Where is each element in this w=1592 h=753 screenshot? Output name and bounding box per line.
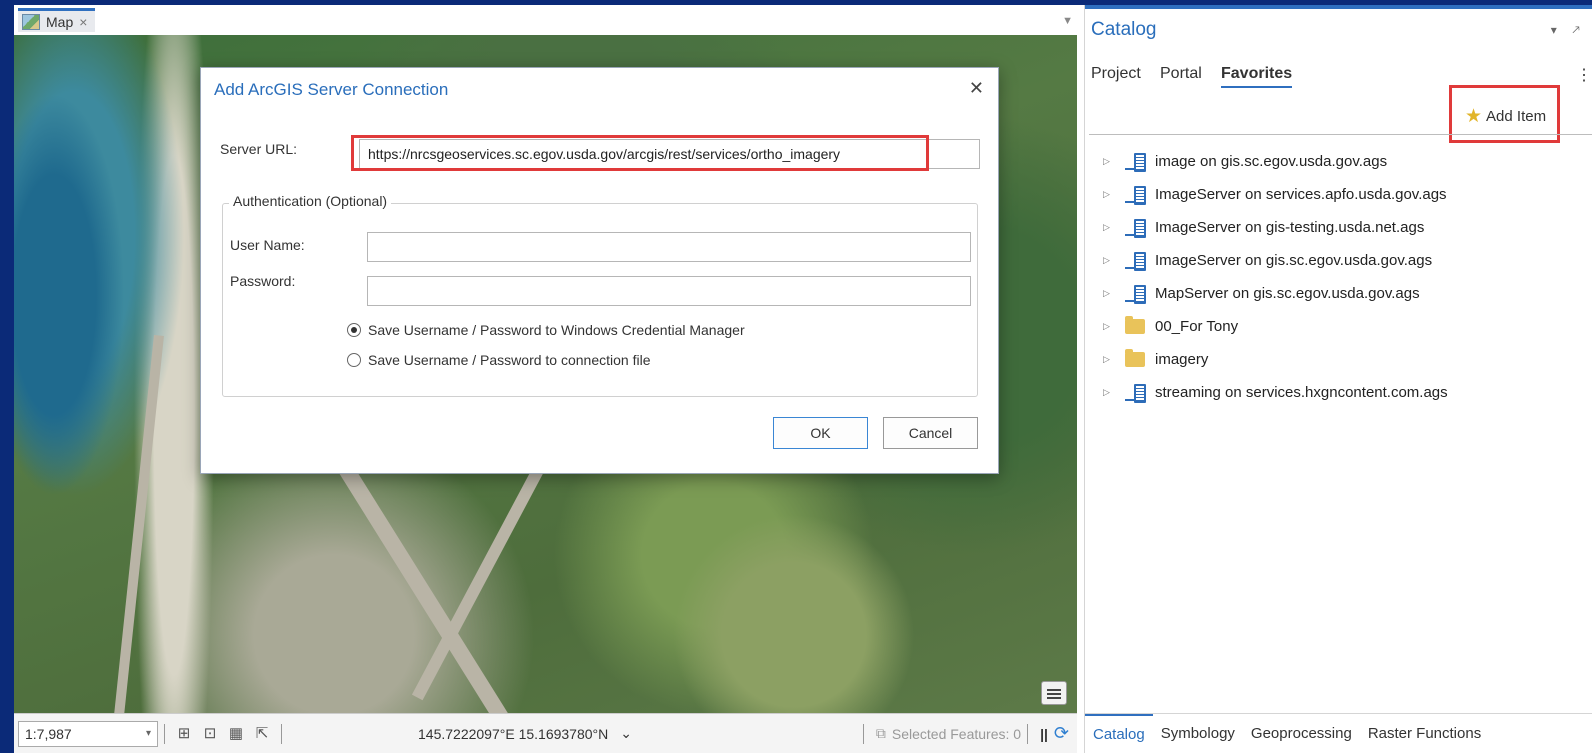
tab-project[interactable]: Project: [1091, 65, 1141, 83]
coordinates-display[interactable]: 145.7222097°E 15.1693780°N ⌄: [418, 725, 632, 742]
north-arrow-icon[interactable]: ⇱: [253, 725, 271, 742]
chevron-down-icon: ▾: [145, 728, 151, 739]
username-field[interactable]: [367, 232, 971, 262]
pane-accent-bar: [1085, 5, 1592, 9]
more-options-icon[interactable]: ⋮: [1576, 65, 1592, 85]
tree-item[interactable]: ▷ ImageServer on services.apfo.usda.gov.…: [1103, 178, 1448, 211]
add-server-connection-dialog: Add ArcGIS Server Connection ✕ Server UR…: [200, 67, 999, 474]
catalog-pane: Catalog ▾ 🡕 Project Portal Favorites ⋮ ★…: [1084, 5, 1592, 753]
server-icon: [1125, 383, 1146, 403]
tree-item-label: 00_For Tony: [1155, 318, 1239, 335]
tab-portal[interactable]: Portal: [1160, 65, 1202, 83]
pane-menu-icon[interactable]: ▼: [1062, 15, 1073, 27]
star-add-icon: ★: [1465, 106, 1483, 127]
map-icon: [22, 13, 40, 30]
cancel-button[interactable]: Cancel: [883, 417, 978, 449]
expand-arrow-icon[interactable]: ▷: [1103, 189, 1117, 200]
tree-item[interactable]: ▷ image on gis.sc.egov.usda.gov.ags: [1103, 145, 1448, 178]
tab-geoprocessing[interactable]: Geoprocessing: [1243, 714, 1360, 753]
map-tab[interactable]: Map ×: [18, 8, 96, 32]
close-icon[interactable]: ✕: [969, 78, 984, 99]
tree-item[interactable]: ▷ ImageServer on gis.sc.egov.usda.gov.ag…: [1103, 244, 1448, 277]
map-legend-icon[interactable]: [1041, 681, 1067, 705]
expand-arrow-icon[interactable]: ▷: [1103, 387, 1117, 398]
authentication-legend: Authentication (Optional): [229, 193, 392, 209]
dialog-title: Add ArcGIS Server Connection: [214, 80, 449, 99]
tree-item-label: MapServer on gis.sc.egov.usda.gov.ags: [1155, 285, 1420, 302]
close-icon[interactable]: ×: [79, 14, 87, 30]
road: [112, 335, 164, 713]
expand-arrow-icon[interactable]: ▷: [1103, 222, 1117, 233]
server-icon: [1125, 185, 1146, 205]
tab-favorites[interactable]: Favorites: [1221, 65, 1293, 88]
divider: [1089, 134, 1592, 135]
separator: [164, 723, 165, 744]
expand-arrow-icon[interactable]: ▷: [1103, 156, 1117, 167]
map-tab-label: Map: [46, 13, 74, 30]
save-to-credential-manager-option[interactable]: Save Username / Password to Windows Cred…: [347, 322, 745, 338]
coordinates-value: 145.7222097°E 15.1693780°N: [418, 725, 609, 742]
arcgis-pro-window: Map × ▼ 1:7,987 ▾ ⊞ ⊡ ▦ ⇱ 145.7222097°E …: [14, 5, 1592, 753]
expand-arrow-icon[interactable]: ▷: [1103, 354, 1117, 365]
separator: [1027, 723, 1029, 744]
tree-item-label: image on gis.sc.egov.usda.gov.ags: [1155, 153, 1388, 170]
tree-item-label: imagery: [1155, 351, 1209, 368]
expand-arrow-icon[interactable]: ▷: [1103, 255, 1117, 266]
expand-arrow-icon[interactable]: ▷: [1103, 288, 1117, 299]
expand-arrow-icon[interactable]: ▷: [1103, 321, 1117, 332]
tree-item-label: ImageServer on gis-testing.usda.net.ags: [1155, 219, 1425, 236]
tree-item[interactable]: ▷ MapServer on gis.sc.egov.usda.gov.ags: [1103, 277, 1448, 310]
catalog-title: Catalog: [1091, 19, 1157, 40]
pin-icon[interactable]: ▾ 🡕: [1551, 21, 1586, 42]
status-bar: 1:7,987 ▾ ⊞ ⊡ ▦ ⇱ 145.7222097°E 15.16937…: [14, 713, 1077, 753]
tab-raster-functions[interactable]: Raster Functions: [1360, 714, 1489, 753]
tree-item-label: ImageServer on services.apfo.usda.gov.ag…: [1155, 186, 1447, 203]
server-url-label: Server URL:: [220, 141, 298, 157]
scale-value: 1:7,987: [25, 725, 72, 742]
password-field[interactable]: [367, 276, 971, 306]
selected-features[interactable]: ⧉ Selected Features: 0: [857, 723, 1022, 744]
bottom-tab-bar: Catalog Symbology Geoprocessing Raster F…: [1085, 713, 1592, 753]
grid-add-icon[interactable]: ⊞: [175, 725, 193, 742]
username-label: User Name:: [230, 237, 305, 253]
tree-item[interactable]: ▷ ImageServer on gis-testing.usda.net.ag…: [1103, 211, 1448, 244]
selection-icon: ⧉: [875, 725, 886, 741]
table-icon[interactable]: ▦: [227, 725, 245, 742]
radio-label: Save Username / Password to Windows Cred…: [368, 322, 745, 338]
tree-item-label: ImageServer on gis.sc.egov.usda.gov.ags: [1155, 252, 1433, 269]
selected-features-label: Selected Features: 0: [891, 725, 1022, 742]
tree-item[interactable]: ▷ 00_For Tony: [1103, 310, 1448, 343]
server-icon: [1125, 218, 1146, 238]
server-icon: [1125, 284, 1146, 304]
radio-button[interactable]: [347, 353, 361, 367]
tree-item-label: streaming on services.hxgncontent.com.ag…: [1155, 384, 1448, 401]
pause-drawing-button[interactable]: ||: [1040, 726, 1048, 742]
radio-button[interactable]: [347, 323, 361, 337]
refresh-icon[interactable]: ⟳: [1054, 723, 1069, 744]
scale-tool-icon[interactable]: ⊡: [201, 725, 219, 742]
tab-catalog[interactable]: Catalog: [1085, 714, 1153, 753]
save-to-connection-file-option[interactable]: Save Username / Password to connection f…: [347, 352, 650, 368]
server-icon: [1125, 152, 1146, 172]
map-pane: Map × ▼ 1:7,987 ▾ ⊞ ⊡ ▦ ⇱ 145.7222097°E …: [14, 5, 1077, 753]
add-item-label: Add Item: [1486, 108, 1547, 125]
favorites-tree: ▷ image on gis.sc.egov.usda.gov.ags ▷ Im…: [1103, 145, 1448, 409]
tab-symbology[interactable]: Symbology: [1153, 714, 1243, 753]
tree-item[interactable]: ▷ imagery: [1103, 343, 1448, 376]
url-highlight-box: [351, 135, 929, 171]
server-icon: [1125, 251, 1146, 271]
separator: [281, 723, 282, 744]
scale-selector[interactable]: 1:7,987 ▾: [18, 720, 158, 747]
add-item-button[interactable]: ★ Add Item: [1465, 105, 1546, 128]
separator: [862, 723, 864, 744]
password-label: Password:: [230, 273, 296, 289]
radio-label: Save Username / Password to connection f…: [368, 352, 651, 368]
chevron-down-icon[interactable]: ⌄: [620, 725, 632, 742]
tree-item[interactable]: ▷ streaming on services.hxgncontent.com.…: [1103, 376, 1448, 409]
folder-icon: [1125, 349, 1145, 367]
folder-icon: [1125, 316, 1145, 334]
ok-button[interactable]: OK: [773, 417, 868, 449]
